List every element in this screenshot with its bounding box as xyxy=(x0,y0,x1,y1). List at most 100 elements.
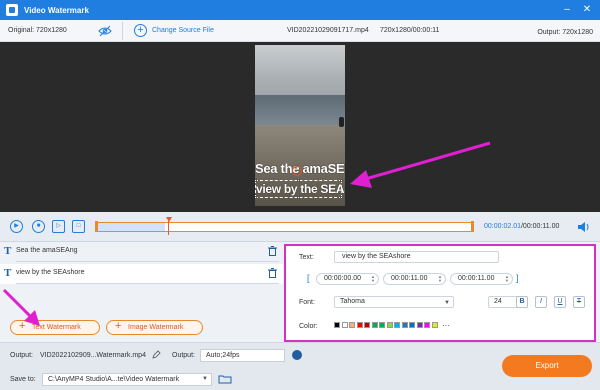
video-person xyxy=(339,117,344,127)
source-file-info: 720x1280/00:00:11 xyxy=(380,27,440,34)
font-select[interactable]: Tahoma ▼ xyxy=(334,296,454,308)
title-bar: Video Watermark – ✕ xyxy=(0,0,600,20)
time-display: 00:00:02.01/00:00:11.00 xyxy=(484,223,559,230)
original-resolution: Original: 720x1280 xyxy=(8,27,67,34)
timeline-track[interactable] xyxy=(95,221,474,232)
spinner-icon[interactable]: ▲ ▼ xyxy=(505,275,509,283)
stop-icon[interactable]: ■ xyxy=(32,220,45,233)
trim-end-handle[interactable] xyxy=(471,221,474,232)
list-item[interactable]: T Sea the amaSEAng xyxy=(0,242,283,262)
eye-slash-icon[interactable] xyxy=(98,25,112,37)
font-label: Font: xyxy=(299,299,315,306)
volume-icon[interactable] xyxy=(577,221,591,233)
output-format-field[interactable]: Auto;24fps xyxy=(200,349,285,362)
watermark-label: view by the SEAshore xyxy=(16,269,85,276)
video-frame[interactable]: Sea the amaSEAng view by the SEAshore xyxy=(255,45,345,206)
close-icon[interactable]: ✕ xyxy=(580,3,594,17)
more-colors-icon[interactable]: ··· xyxy=(442,321,450,330)
trim-start-handle[interactable] xyxy=(95,221,98,232)
start-time-value: 00:00:00.00 xyxy=(324,275,361,282)
rotate-handle-icon[interactable] xyxy=(292,166,302,176)
font-value: Tahoma xyxy=(340,298,365,305)
font-size-value: 24 xyxy=(494,298,502,305)
color-swatch[interactable] xyxy=(341,322,348,328)
current-time: 00:00:02.01 xyxy=(484,223,521,230)
edit-icon[interactable] xyxy=(152,350,161,359)
watermark-settings-panel: Text: view by the SEAshore [ 00:00:00.00… xyxy=(284,244,596,342)
snapshot-icon[interactable]: □ xyxy=(72,220,85,233)
color-swatch[interactable] xyxy=(349,322,355,328)
text-watermark-button[interactable]: + Text Watermark xyxy=(10,320,100,335)
button-label: Text Watermark xyxy=(32,324,81,331)
color-swatch[interactable] xyxy=(386,322,393,328)
timeline-progress xyxy=(97,223,165,231)
trash-icon[interactable] xyxy=(268,246,277,256)
end-time-input[interactable]: 00:00:11.00 ▲ ▼ xyxy=(450,273,513,285)
plus-icon: + xyxy=(115,320,122,332)
bracket-open-icon: [ xyxy=(307,273,310,283)
save-path-value: C:\AnyMP4 Studio\A...te\Video Watermark xyxy=(48,376,180,383)
resize-handle[interactable] xyxy=(340,196,343,199)
minimize-icon[interactable]: – xyxy=(560,3,574,17)
divider xyxy=(122,22,123,40)
color-swatch[interactable] xyxy=(424,322,430,328)
info-bar: Original: 720x1280 + Change Source File … xyxy=(0,20,600,42)
color-swatch[interactable] xyxy=(431,322,438,328)
plus-icon[interactable]: + xyxy=(134,24,147,37)
text-type-icon: T xyxy=(4,245,12,257)
save-path-select[interactable]: C:\AnyMP4 Studio\A...te\Video Watermark … xyxy=(42,373,212,386)
list-item[interactable]: T view by the SEAshore xyxy=(0,264,283,284)
output-label: Output: xyxy=(10,352,33,359)
end-time-value: 00:00:11.00 xyxy=(458,275,495,282)
color-swatch[interactable] xyxy=(394,322,400,328)
playhead-line xyxy=(168,221,169,235)
chevron-down-icon: ▼ xyxy=(444,300,450,306)
watermark-text-2[interactable]: view by the SEAshore xyxy=(256,182,345,196)
timeline-bar: ▶ ■ ▷ □ 00:00:02.01/00:00:11.00 xyxy=(0,212,600,242)
output-filename: VID2022102909...Watermark.mp4 xyxy=(40,352,146,359)
color-swatch[interactable] xyxy=(379,322,385,328)
save-to-label: Save to: xyxy=(10,376,36,383)
color-swatch[interactable] xyxy=(334,322,340,328)
color-swatch[interactable] xyxy=(416,322,423,328)
window-title: Video Watermark xyxy=(24,5,89,15)
color-swatch[interactable] xyxy=(401,322,408,328)
text-input[interactable]: view by the SEAshore xyxy=(334,251,499,263)
italic-button[interactable]: I xyxy=(535,296,547,308)
output-resolution: Output: 720x1280 xyxy=(537,29,593,36)
video-sea xyxy=(255,95,345,125)
color-swatch[interactable] xyxy=(409,322,415,328)
app-icon xyxy=(6,4,18,16)
spinner-icon[interactable]: ▲ ▼ xyxy=(438,275,442,283)
gear-icon[interactable] xyxy=(292,350,302,360)
change-source-button[interactable]: Change Source File xyxy=(152,27,214,34)
spinner-icon[interactable]: ▲ ▼ xyxy=(371,275,375,283)
playhead-marker[interactable] xyxy=(166,217,172,222)
plus-icon: + xyxy=(19,320,26,332)
bracket-close-icon: ] xyxy=(516,273,519,283)
underline-button[interactable]: U xyxy=(554,296,566,308)
button-label: Image Watermark xyxy=(128,324,184,331)
watermark-label: Sea the amaSEAng xyxy=(16,247,78,254)
strikethrough-button[interactable]: T xyxy=(573,296,585,308)
divider xyxy=(16,261,279,262)
bold-button[interactable]: B xyxy=(516,296,528,308)
color-swatch[interactable] xyxy=(356,322,363,328)
chevron-down-icon: ▼ xyxy=(202,376,208,382)
color-label: Color: xyxy=(299,323,318,330)
resize-handle[interactable] xyxy=(297,196,300,199)
source-filename: VID20221029091717.mp4 xyxy=(287,27,369,34)
total-time: /00:00:11.00 xyxy=(520,223,560,230)
color-swatch[interactable] xyxy=(371,322,378,328)
export-button[interactable]: Export xyxy=(502,355,592,377)
next-frame-icon[interactable]: ▷ xyxy=(52,220,65,233)
resize-handle[interactable] xyxy=(255,196,257,199)
start-time-input[interactable]: 00:00:00.00 ▲ ▼ xyxy=(316,273,379,285)
duration-input[interactable]: 00:00:11.00 ▲ ▼ xyxy=(383,273,446,285)
color-swatch[interactable] xyxy=(364,322,370,328)
trash-icon[interactable] xyxy=(268,268,277,278)
folder-icon[interactable] xyxy=(218,374,232,384)
image-watermark-button[interactable]: + Image Watermark xyxy=(106,320,203,335)
play-icon[interactable]: ▶ xyxy=(10,220,23,233)
output-format-label: Output: xyxy=(172,352,195,359)
